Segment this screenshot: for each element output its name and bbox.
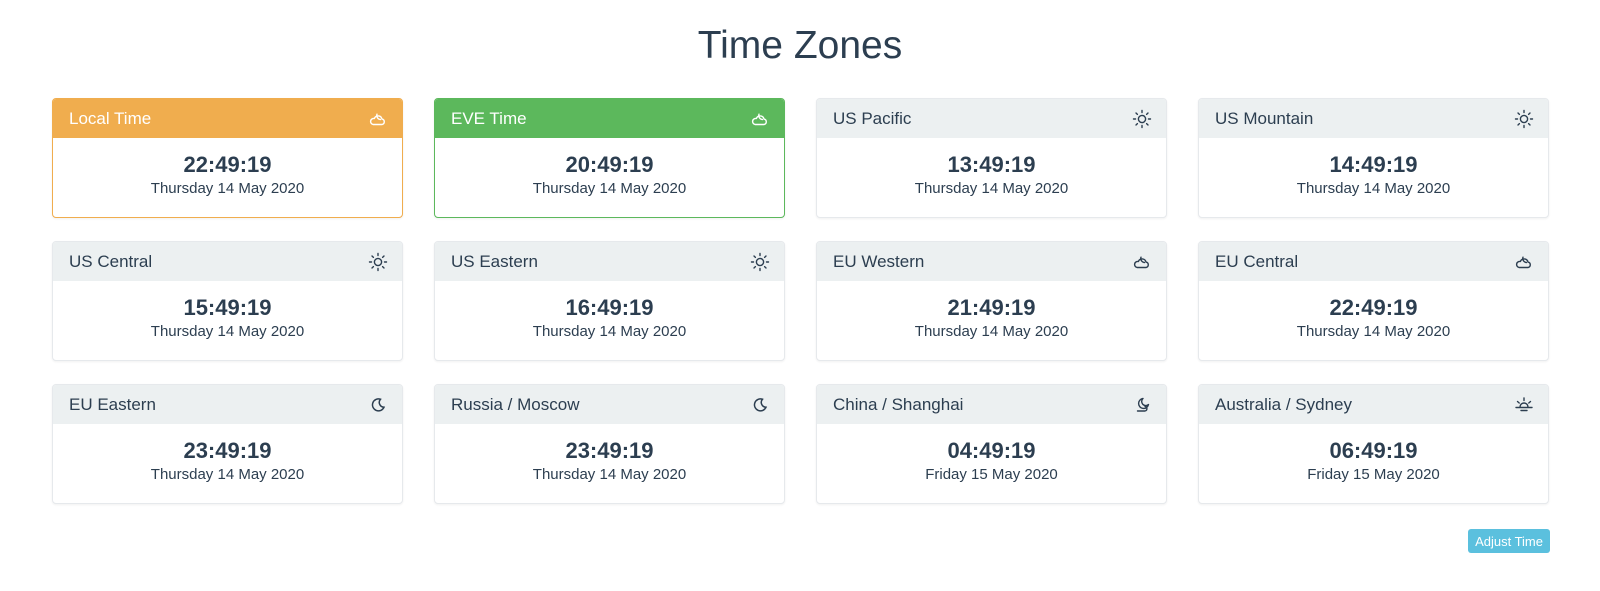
- zone-date: Thursday 14 May 2020: [532, 465, 687, 483]
- zone-card-header: US Central: [53, 242, 402, 281]
- cloud-night-icon: [368, 109, 388, 129]
- zone-time: 16:49:19: [565, 294, 654, 320]
- zone-time: 04:49:19: [947, 437, 1036, 463]
- moon-icon: [368, 395, 388, 415]
- zone-name: US Central: [69, 251, 153, 271]
- zone-date: Friday 15 May 2020: [925, 465, 1058, 483]
- zone-time: 20:49:19: [565, 151, 654, 177]
- zone-date: Thursday 14 May 2020: [532, 322, 687, 340]
- zone-name: EU Eastern: [69, 394, 156, 414]
- zone-card-body: 22:49:19 Thursday 14 May 2020: [1199, 281, 1548, 360]
- zone-card-header: EU Eastern: [53, 385, 402, 424]
- zone-card-body: 22:49:19 Thursday 14 May 2020: [53, 138, 402, 217]
- zone-card-eu-central: EU Central 22:49:19 Thursday 14 May 2020: [1198, 241, 1549, 361]
- zone-card-header: US Pacific: [817, 99, 1166, 138]
- zone-card-body: 21:49:19 Thursday 14 May 2020: [817, 281, 1166, 360]
- zone-card-eve-time: EVE Time 20:49:19 Thursday 14 May 2020: [434, 98, 785, 218]
- sun-icon: [1514, 109, 1534, 129]
- moon-icon: [750, 395, 770, 415]
- zone-time: 23:49:19: [183, 437, 272, 463]
- zone-date: Thursday 14 May 2020: [150, 322, 305, 340]
- sun-icon: [368, 252, 388, 272]
- zone-card-russia-moscow: Russia / Moscow 23:49:19 Thursday 14 May…: [434, 384, 785, 504]
- zone-card-local-time: Local Time 22:49:19 Thursday 14 May 2020: [52, 98, 403, 218]
- zone-card-eu-eastern: EU Eastern 23:49:19 Thursday 14 May 2020: [52, 384, 403, 504]
- zone-date: Thursday 14 May 2020: [914, 179, 1069, 197]
- zone-time: 06:49:19: [1329, 437, 1418, 463]
- zone-date: Thursday 14 May 2020: [914, 322, 1069, 340]
- zone-card-us-central: US Central 15:49:19 Thursday 14 May 2020: [52, 241, 403, 361]
- zone-card-body: 20:49:19 Thursday 14 May 2020: [435, 138, 784, 217]
- zone-time: 15:49:19: [183, 294, 272, 320]
- zone-time: 13:49:19: [947, 151, 1036, 177]
- zone-card-eu-western: EU Western 21:49:19 Thursday 14 May 2020: [816, 241, 1167, 361]
- zone-card-china-shanghai: China / Shanghai 04:49:19 Friday 15 May …: [816, 384, 1167, 504]
- zone-card-header: Russia / Moscow: [435, 385, 784, 424]
- zone-time: 22:49:19: [183, 151, 272, 177]
- sun-icon: [750, 252, 770, 272]
- time-zone-grid: Local Time 22:49:19 Thursday 14 May 2020…: [52, 98, 1550, 504]
- zone-card-header: EU Central: [1199, 242, 1548, 281]
- zone-name: EU Western: [833, 251, 925, 271]
- zone-name: EVE Time: [451, 108, 527, 128]
- adjust-time-button[interactable]: Adjust Time: [1468, 529, 1550, 553]
- zone-time: 22:49:19: [1329, 294, 1418, 320]
- zone-card-body: 23:49:19 Thursday 14 May 2020: [53, 424, 402, 503]
- zone-card-body: 23:49:19 Thursday 14 May 2020: [435, 424, 784, 503]
- zone-name: US Eastern: [451, 251, 538, 271]
- zone-card-us-eastern: US Eastern 16:49:19 Thursday 14 May 2020: [434, 241, 785, 361]
- zone-card-header: EU Western: [817, 242, 1166, 281]
- zone-card-us-pacific: US Pacific 13:49:19 Thursday 14 May 2020: [816, 98, 1167, 218]
- zone-date: Thursday 14 May 2020: [150, 179, 305, 197]
- zone-card-header: US Mountain: [1199, 99, 1548, 138]
- zone-name: US Mountain: [1215, 108, 1314, 128]
- zone-name: Russia / Moscow: [451, 394, 580, 414]
- zone-name: Local Time: [69, 108, 152, 128]
- zone-date: Thursday 14 May 2020: [1296, 179, 1451, 197]
- zone-card-us-mountain: US Mountain 14:49:19 Thursday 14 May 202…: [1198, 98, 1549, 218]
- sun-icon: [1132, 109, 1152, 129]
- zone-time: 21:49:19: [947, 294, 1036, 320]
- zone-card-header: EVE Time: [435, 99, 784, 138]
- zone-card-header: Australia / Sydney: [1199, 385, 1548, 424]
- zone-name: China / Shanghai: [833, 394, 964, 414]
- zone-card-body: 16:49:19 Thursday 14 May 2020: [435, 281, 784, 360]
- zone-card-body: 15:49:19 Thursday 14 May 2020: [53, 281, 402, 360]
- zone-date: Thursday 14 May 2020: [532, 179, 687, 197]
- zone-name: US Pacific: [833, 108, 912, 128]
- zone-card-header: Local Time: [53, 99, 402, 138]
- zone-time: 23:49:19: [565, 437, 654, 463]
- page-title: Time Zones: [697, 24, 903, 67]
- cloud-night-icon: [1514, 252, 1534, 272]
- zone-date: Thursday 14 May 2020: [1296, 322, 1451, 340]
- zone-card-body: 04:49:19 Friday 15 May 2020: [817, 424, 1166, 503]
- zone-date: Friday 15 May 2020: [1307, 465, 1440, 483]
- zone-card-header: China / Shanghai: [817, 385, 1166, 424]
- zone-card-body: 14:49:19 Thursday 14 May 2020: [1199, 138, 1548, 217]
- zone-card-australia-sydney: Australia / Sydney 06:49:19 Friday 15 Ma…: [1198, 384, 1549, 504]
- zone-name: EU Central: [1215, 251, 1299, 271]
- sunrise-icon: [1514, 395, 1534, 415]
- zone-card-body: 06:49:19 Friday 15 May 2020: [1199, 424, 1548, 503]
- cloud-night-icon: [750, 109, 770, 129]
- zone-name: Australia / Sydney: [1215, 394, 1353, 414]
- zone-card-header: US Eastern: [435, 242, 784, 281]
- cloud-moon-icon: [1132, 395, 1152, 415]
- zone-time: 14:49:19: [1329, 151, 1418, 177]
- zone-date: Thursday 14 May 2020: [150, 465, 305, 483]
- cloud-night-icon: [1132, 252, 1152, 272]
- zone-card-body: 13:49:19 Thursday 14 May 2020: [817, 138, 1166, 217]
